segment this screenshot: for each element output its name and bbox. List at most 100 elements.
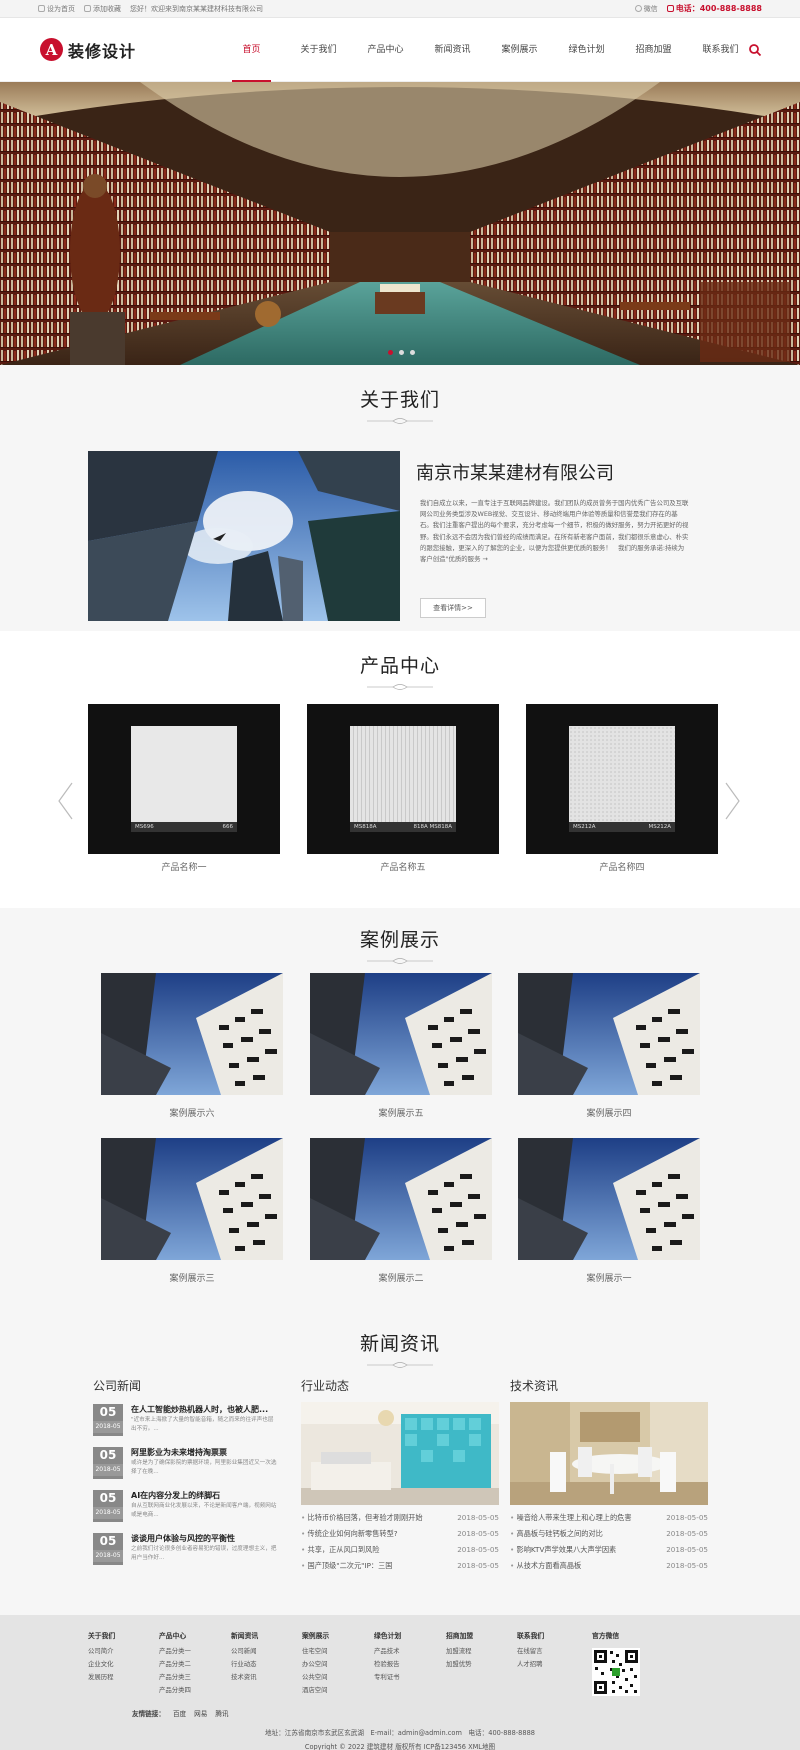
case-card[interactable]: 案例展示六 <box>101 973 283 1119</box>
footer-link[interactable]: 产品分类一 <box>159 1645 231 1658</box>
friend-link[interactable]: 网易 <box>194 1708 207 1718</box>
footer-link[interactable]: 酒店空间 <box>302 1684 374 1697</box>
search-icon[interactable] <box>748 43 762 57</box>
news-title[interactable]: 影响KTV声学效果八大声学因素 <box>510 1545 617 1557</box>
nav-item[interactable]: 招商加盟 <box>620 18 687 82</box>
footer-column-title[interactable]: 新闻资讯 <box>231 1630 303 1640</box>
footer-link[interactable]: 检验报告 <box>374 1658 446 1671</box>
news-list-item[interactable]: 高晶板与硅钙板之间的对比 2018-05-05 <box>510 1529 708 1541</box>
nav-item[interactable]: 首页 <box>218 18 285 82</box>
footer-column-title[interactable]: 招商加盟 <box>446 1630 518 1640</box>
footer-link[interactable]: 公共空间 <box>302 1671 374 1684</box>
nav-item[interactable]: 绿色计划 <box>553 18 620 82</box>
product-card[interactable]: MS696 666 产品名称一 <box>88 704 280 873</box>
view-details-button[interactable]: 查看详情>> <box>420 598 486 618</box>
footer-link[interactable]: 加盟优势 <box>446 1658 518 1671</box>
news-title[interactable]: 共享，正从风口到风险 <box>301 1545 380 1557</box>
header: A 装修设计 首页 关于我们 产品中心 新闻资讯 案例展示 绿色计划 招商加盟 联系我们 <box>0 18 800 82</box>
footer-link[interactable]: 公司新闻 <box>231 1645 303 1658</box>
footer-link[interactable]: 企业文化 <box>88 1658 160 1671</box>
product-card[interactable]: MS212A MS212A 产品名称四 <box>526 704 718 873</box>
case-name[interactable]: 案例展示六 <box>101 1106 283 1119</box>
tech-news-image[interactable] <box>510 1402 708 1505</box>
news-title[interactable]: 传统企业如何向新零售转型? <box>301 1529 398 1541</box>
company-news-title[interactable]: 公司新闻 <box>93 1377 141 1394</box>
news-title[interactable]: 国产顶级"二次元"IP：三国 <box>301 1561 393 1573</box>
footer-link[interactable]: 技术资讯 <box>231 1671 303 1684</box>
friend-link[interactable]: 腾讯 <box>215 1708 228 1718</box>
footer-link[interactable]: 产品分类四 <box>159 1684 231 1697</box>
news-headline[interactable]: 谈谈用户体验与风控的平衡性 <box>131 1533 278 1544</box>
footer-link[interactable]: 公司简介 <box>88 1645 160 1658</box>
industry-news-image[interactable] <box>301 1402 499 1505</box>
news-item[interactable]: 05 2018-05 在人工智能炒热机器人时，也被人肥... "近市来上海掀了大量的智… <box>93 1404 278 1437</box>
news-item[interactable]: 05 2018-05 AI在内容分发上的绊脚石 自从互联网商业化发展以来，不论是新闻客… <box>93 1490 278 1523</box>
carousel-dot[interactable] <box>388 350 393 355</box>
product-name[interactable]: 产品名称一 <box>88 860 280 873</box>
news-title[interactable]: 噪音给人带来生理上和心理上的危害 <box>510 1513 632 1525</box>
next-arrow-icon[interactable] <box>724 781 742 821</box>
news-list-item[interactable]: 国产顶级"二次元"IP：三国 2018-05-05 <box>301 1561 499 1573</box>
news-item[interactable]: 05 2018-05 谈谈用户体验与风控的平衡性 之前我们讨论很多创业者容易犯的错误，… <box>93 1533 278 1566</box>
case-card[interactable]: 案例展示三 <box>101 1138 283 1284</box>
nav-item[interactable]: 案例展示 <box>486 18 553 82</box>
footer-column-title[interactable]: 绿色计划 <box>374 1630 446 1640</box>
tech-news-title[interactable]: 技术资讯 <box>510 1377 558 1394</box>
footer-link[interactable]: 住宅空间 <box>302 1645 374 1658</box>
hero-banner[interactable] <box>0 82 800 365</box>
footer-link[interactable]: 产品技术 <box>374 1645 446 1658</box>
industry-news-title[interactable]: 行业动态 <box>301 1377 349 1394</box>
footer-column-title[interactable]: 联系我们 <box>517 1630 589 1640</box>
case-name[interactable]: 案例展示四 <box>518 1106 700 1119</box>
news-title[interactable]: 高晶板与硅钙板之间的对比 <box>510 1529 603 1541</box>
footer-link[interactable]: 发展历程 <box>88 1671 160 1684</box>
footer-link[interactable]: 产品分类三 <box>159 1671 231 1684</box>
case-card[interactable]: 案例展示四 <box>518 973 700 1119</box>
news-list-item[interactable]: 比特币价格回落，但考验才刚刚开始 2018-05-05 <box>301 1513 499 1525</box>
footer-copyright: Copyright © 2022 建筑建材 版权所有 ICP备123456 XM… <box>304 1743 496 1750</box>
footer-link[interactable]: 行业动态 <box>231 1658 303 1671</box>
logo[interactable]: A 装修设计 <box>40 38 190 62</box>
case-card[interactable]: 案例展示五 <box>310 973 492 1119</box>
case-card[interactable]: 案例展示二 <box>310 1138 492 1284</box>
news-list-item[interactable]: 共享，正从风口到风险 2018-05-05 <box>301 1545 499 1557</box>
footer-link[interactable]: 专利证书 <box>374 1671 446 1684</box>
set-home-link[interactable]: 设为首页 <box>38 4 75 14</box>
case-name[interactable]: 案例展示二 <box>310 1271 492 1284</box>
footer-column-title[interactable]: 产品中心 <box>159 1630 231 1640</box>
footer-column-title[interactable]: 关于我们 <box>88 1630 160 1640</box>
carousel-dot[interactable] <box>410 350 415 355</box>
news-list-item[interactable]: 从技术方面看高晶板 2018-05-05 <box>510 1561 708 1573</box>
news-headline[interactable]: 在人工智能炒热机器人时，也被人肥... <box>131 1404 278 1415</box>
news-title[interactable]: 从技术方面看高晶板 <box>510 1561 582 1573</box>
news-list-item[interactable]: 传统企业如何向新零售转型? 2018-05-05 <box>301 1529 499 1541</box>
case-name[interactable]: 案例展示三 <box>101 1271 283 1284</box>
case-card[interactable]: 案例展示一 <box>518 1138 700 1284</box>
wechat-link[interactable]: 微信 <box>634 4 658 14</box>
product-name[interactable]: 产品名称四 <box>526 860 718 873</box>
news-headline[interactable]: AI在内容分发上的绊脚石 <box>131 1490 278 1501</box>
prev-arrow-icon[interactable] <box>56 781 74 821</box>
add-favorite-link[interactable]: 添加收藏 <box>84 4 121 14</box>
footer-link[interactable]: 产品分类二 <box>159 1658 231 1671</box>
product-name[interactable]: 产品名称五 <box>307 860 499 873</box>
footer-link[interactable]: 办公空间 <box>302 1658 374 1671</box>
case-name[interactable]: 案例展示一 <box>518 1271 700 1284</box>
nav-item[interactable]: 新闻资讯 <box>419 18 486 82</box>
news-list-item[interactable]: 噪音给人带来生理上和心理上的危害 2018-05-05 <box>510 1513 708 1525</box>
news-title[interactable]: 比特币价格回落，但考验才刚刚开始 <box>301 1513 423 1525</box>
footer-column-title[interactable]: 案例展示 <box>302 1630 374 1640</box>
footer-link[interactable]: 在线留言 <box>517 1645 589 1658</box>
news-item[interactable]: 05 2018-05 阿里影业为未来增持淘票票 或许是为了确保影院的票据环境，阿里影业… <box>93 1447 278 1480</box>
news-list-item[interactable]: 影响KTV声学效果八大声学因素 2018-05-05 <box>510 1545 708 1557</box>
product-card[interactable]: MS818A 818A MS818A 产品名称五 <box>307 704 499 873</box>
carousel-dot[interactable] <box>399 350 404 355</box>
nav-item[interactable]: 关于我们 <box>285 18 352 82</box>
footer-link[interactable]: 加盟流程 <box>446 1645 518 1658</box>
case-name[interactable]: 案例展示五 <box>310 1106 492 1119</box>
nav-item[interactable]: 产品中心 <box>352 18 419 82</box>
footer-link[interactable]: 人才招聘 <box>517 1658 589 1671</box>
news-headline[interactable]: 阿里影业为未来增持淘票票 <box>131 1447 278 1458</box>
nav-item[interactable]: 联系我们 <box>687 18 754 82</box>
friend-link[interactable]: 百度 <box>173 1708 186 1718</box>
